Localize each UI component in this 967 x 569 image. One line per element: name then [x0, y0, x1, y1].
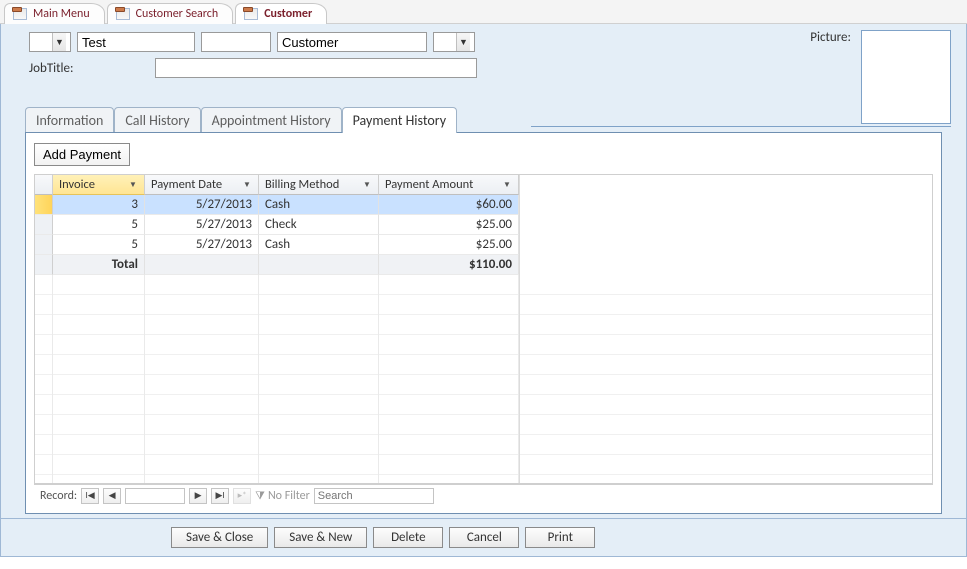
- tab-payment-history[interactable]: Payment History: [342, 107, 457, 133]
- print-button[interactable]: Print: [525, 527, 595, 548]
- first-record-button[interactable]: I◀: [81, 488, 99, 504]
- new-record-button: ▸*: [233, 488, 251, 504]
- tab-call-history[interactable]: Call History: [114, 107, 200, 133]
- col-label: Billing Method: [265, 177, 339, 192]
- filter-text: No Filter: [268, 489, 310, 503]
- payments-grid: Invoice ▼ Payment Date ▼ Billing Method …: [34, 174, 933, 484]
- cell-amount[interactable]: $25.00: [379, 215, 519, 235]
- delete-button[interactable]: Delete: [373, 527, 443, 548]
- tab-label: Main Menu: [33, 7, 90, 21]
- row-selector[interactable]: [35, 195, 53, 215]
- cancel-button[interactable]: Cancel: [449, 527, 519, 548]
- inner-tabs: Information Call History Appointment His…: [25, 106, 942, 132]
- form-icon: [13, 8, 27, 20]
- cell-amount[interactable]: $25.00: [379, 235, 519, 255]
- prefix-combo[interactable]: ▼: [29, 32, 71, 52]
- cell-method[interactable]: Cash: [259, 195, 379, 215]
- record-label: Record:: [40, 489, 77, 503]
- funnel-icon: ⧩: [255, 489, 265, 503]
- col-payment-date[interactable]: Payment Date ▼: [145, 175, 259, 195]
- first-name-field[interactable]: [77, 32, 195, 52]
- cell-method[interactable]: Check: [259, 215, 379, 235]
- cell-invoice[interactable]: 5: [53, 235, 145, 255]
- search-input[interactable]: [314, 488, 434, 504]
- filter-indicator[interactable]: ⧩ No Filter: [255, 489, 310, 503]
- tab-main-menu[interactable]: Main Menu: [4, 3, 105, 24]
- picture-label: Picture:: [810, 30, 851, 45]
- form-bottom-toolbar: Save & Close Save & New Delete Cancel Pr…: [0, 519, 967, 557]
- total-amount: $110.00: [379, 255, 519, 275]
- tab-appointment-history[interactable]: Appointment History: [201, 107, 342, 133]
- add-payment-button[interactable]: Add Payment: [34, 143, 130, 166]
- payment-history-panel: Add Payment Invoice ▼: [25, 132, 942, 514]
- col-invoice[interactable]: Invoice ▼: [53, 175, 145, 195]
- col-label: Payment Amount: [385, 177, 473, 192]
- cell-date[interactable]: 5/27/2013: [145, 235, 259, 255]
- empty-cell: [259, 255, 379, 275]
- chevron-down-icon[interactable]: ▼: [128, 180, 138, 190]
- chevron-down-icon[interactable]: ▼: [242, 180, 252, 190]
- col-label: Invoice: [59, 177, 95, 192]
- tab-label: Customer: [264, 7, 312, 21]
- empty-cell: [145, 255, 259, 275]
- last-name-field[interactable]: [277, 32, 427, 52]
- row-selector[interactable]: [35, 215, 53, 235]
- chevron-down-icon[interactable]: ▼: [502, 180, 512, 190]
- middle-name-field[interactable]: [201, 32, 271, 52]
- save-new-button[interactable]: Save & New: [274, 527, 367, 548]
- cell-date[interactable]: 5/27/2013: [145, 195, 259, 215]
- chevron-down-icon[interactable]: ▼: [456, 33, 470, 51]
- suffix-combo[interactable]: ▼: [433, 32, 475, 52]
- tab-information[interactable]: Information: [25, 107, 114, 133]
- jobtitle-field[interactable]: [155, 58, 477, 78]
- row-selector: [35, 255, 53, 275]
- cell-date[interactable]: 5/27/2013: [145, 215, 259, 235]
- row-selector-header[interactable]: [35, 175, 53, 195]
- total-label: Total: [53, 255, 145, 275]
- tab-customer[interactable]: Customer: [235, 3, 327, 24]
- col-billing-method[interactable]: Billing Method ▼: [259, 175, 379, 195]
- col-label: Payment Date: [151, 177, 222, 192]
- jobtitle-label: JobTitle:: [29, 61, 149, 76]
- cell-method[interactable]: Cash: [259, 235, 379, 255]
- form-icon: [116, 8, 130, 20]
- tab-customer-search[interactable]: Customer Search: [107, 3, 234, 24]
- form-icon: [244, 8, 258, 20]
- customer-form-area: ▼ ▼ JobTitle: Picture: Information Call …: [0, 24, 967, 519]
- chevron-down-icon[interactable]: ▼: [362, 180, 372, 190]
- tab-label: Customer Search: [136, 7, 219, 21]
- prev-record-button[interactable]: ◀: [103, 488, 121, 504]
- record-number-field[interactable]: [125, 488, 185, 504]
- cell-amount[interactable]: $60.00: [379, 195, 519, 215]
- chevron-down-icon[interactable]: ▼: [52, 33, 66, 51]
- last-record-button[interactable]: ▶I: [211, 488, 229, 504]
- record-navigator: Record: I◀ ◀ ▶ ▶I ▸* ⧩ No Filter: [34, 484, 933, 506]
- cell-invoice[interactable]: 3: [53, 195, 145, 215]
- cell-invoice[interactable]: 5: [53, 215, 145, 235]
- row-selector[interactable]: [35, 235, 53, 255]
- col-payment-amount[interactable]: Payment Amount ▼: [379, 175, 519, 195]
- next-record-button[interactable]: ▶: [189, 488, 207, 504]
- save-close-button[interactable]: Save & Close: [171, 527, 268, 548]
- window-tabs: Main Menu Customer Search Customer: [0, 0, 967, 24]
